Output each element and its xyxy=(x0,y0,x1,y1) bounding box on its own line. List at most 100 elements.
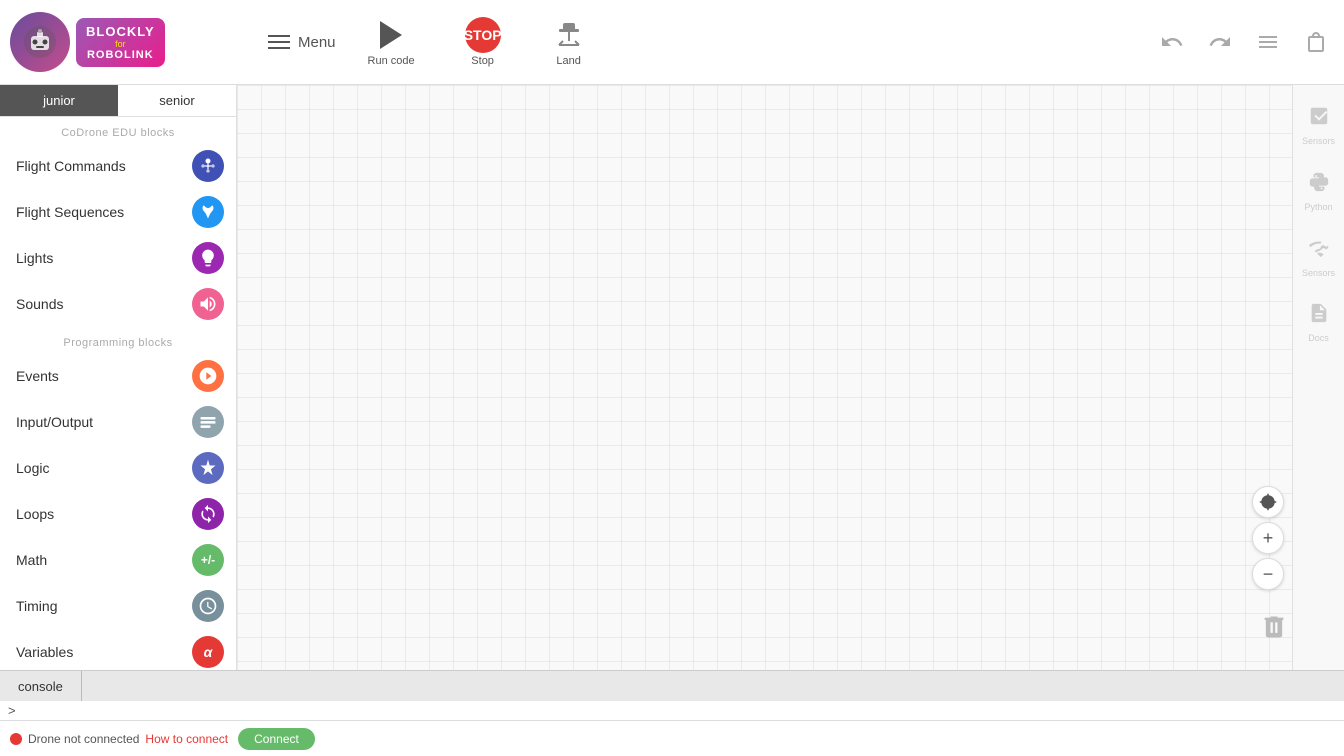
bottom-area: console > Drone not connected How to con… xyxy=(0,670,1344,756)
zoom-controls: + − xyxy=(1252,486,1284,590)
loops-icon xyxy=(192,498,224,530)
docs-icon xyxy=(1308,302,1330,330)
console-tab[interactable]: console xyxy=(0,671,82,701)
flight-commands-label: Flight Commands xyxy=(16,158,126,174)
logo-blockly-text: BLOCKLY xyxy=(86,24,155,39)
redo-button[interactable] xyxy=(1202,24,1238,60)
how-to-connect-link[interactable]: How to connect xyxy=(145,732,228,746)
cadrone-section-label: CoDrone EDU blocks xyxy=(0,117,236,143)
right-panel-docs-button[interactable]: Docs xyxy=(1293,290,1344,356)
logic-label: Logic xyxy=(16,460,49,476)
sidebar-item-input-output[interactable]: Input/Output xyxy=(0,399,236,445)
tab-senior[interactable]: senior xyxy=(118,85,236,116)
toolbar-actions: Run code STOP Stop Land xyxy=(358,13,597,71)
console-area: console > xyxy=(0,670,1344,720)
trash-button[interactable] xyxy=(1260,611,1288,650)
flight-sequences-label: Flight Sequences xyxy=(16,204,124,220)
variables-label: Variables xyxy=(16,644,73,660)
menu-button[interactable]: Menu xyxy=(256,26,348,59)
docs-label: Docs xyxy=(1308,333,1329,344)
math-symbol: +/- xyxy=(201,553,215,567)
zoom-in-icon: + xyxy=(1263,528,1274,549)
sidebar-item-timing[interactable]: Timing xyxy=(0,583,236,629)
drone-status: Drone not connected How to connect xyxy=(10,732,228,746)
flight-sequences-icon xyxy=(192,196,224,228)
menu-label: Menu xyxy=(298,34,336,51)
sidebar-tabs: junior senior xyxy=(0,85,236,117)
math-icon: +/- xyxy=(192,544,224,576)
status-bar: Drone not connected How to connect Conne… xyxy=(0,720,1344,756)
status-dot xyxy=(10,733,22,745)
variables-symbol: α xyxy=(204,644,213,660)
stop-text: STOP xyxy=(464,27,502,43)
stop-button[interactable]: STOP Stop xyxy=(455,13,511,71)
sounds-label: Sounds xyxy=(16,296,63,312)
tab-junior[interactable]: junior xyxy=(0,85,118,116)
logo-robot-icon xyxy=(10,12,70,72)
logic-icon xyxy=(192,452,224,484)
zoom-out-button[interactable]: − xyxy=(1252,558,1284,590)
logo-robolink-text: ROBOLINK xyxy=(87,49,154,61)
sensors-label: Sensors xyxy=(1302,136,1335,147)
sidebar-item-flight-sequences[interactable]: Flight Sequences xyxy=(0,189,236,235)
stop-label: Stop xyxy=(471,55,494,67)
land-icon xyxy=(551,17,587,53)
flight-commands-icon xyxy=(192,150,224,182)
console-prompt: > xyxy=(8,703,16,718)
toolbar: BLOCKLY for ROBOLINK Menu Run code STOP … xyxy=(0,0,1344,85)
toolbar-right xyxy=(1154,24,1334,60)
main-area: junior senior CoDrone EDU blocks Flight … xyxy=(0,85,1344,670)
sensors-icon xyxy=(1308,105,1330,133)
workspace[interactable]: + − xyxy=(237,85,1344,670)
right-panel-sensors2-button[interactable]: Sensors xyxy=(1293,225,1344,291)
sidebar-item-sounds[interactable]: Sounds xyxy=(0,281,236,327)
sidebar-item-lights[interactable]: Lights xyxy=(0,235,236,281)
timing-icon xyxy=(192,590,224,622)
run-code-label: Run code xyxy=(368,55,415,67)
zoom-out-icon: − xyxy=(1263,564,1274,585)
run-code-button[interactable]: Run code xyxy=(358,13,425,71)
math-label: Math xyxy=(16,552,47,568)
input-output-icon xyxy=(192,406,224,438)
sidebar-item-logic[interactable]: Logic xyxy=(0,445,236,491)
lights-icon xyxy=(192,242,224,274)
python-label: Python xyxy=(1304,202,1332,213)
events-label: Events xyxy=(16,368,59,384)
timing-label: Timing xyxy=(16,598,58,614)
bag-button[interactable] xyxy=(1298,24,1334,60)
zoom-in-button[interactable]: + xyxy=(1252,522,1284,554)
right-panel: Sensors Python Sensors xyxy=(1292,85,1344,670)
undo-button[interactable] xyxy=(1154,24,1190,60)
connect-button[interactable]: Connect xyxy=(238,728,315,750)
variables-icon: α xyxy=(192,636,224,668)
play-triangle xyxy=(380,21,402,49)
console-input[interactable] xyxy=(22,703,1336,718)
sidebar-item-math[interactable]: Math +/- xyxy=(0,537,236,583)
logo-area: BLOCKLY for ROBOLINK xyxy=(10,12,246,72)
land-button[interactable]: Land xyxy=(541,13,597,71)
right-panel-sensors-button[interactable]: Sensors xyxy=(1293,93,1344,159)
programming-section-label: Programming blocks xyxy=(0,327,236,353)
sidebar-item-variables[interactable]: Variables α xyxy=(0,629,236,670)
python-icon xyxy=(1308,171,1330,199)
console-input-area: > xyxy=(0,701,1344,720)
sounds-icon xyxy=(192,288,224,320)
run-icon xyxy=(373,17,409,53)
logo-for-text: for xyxy=(115,39,126,49)
sidebar-item-flight-commands[interactable]: Flight Commands xyxy=(0,143,236,189)
center-view-button[interactable] xyxy=(1252,486,1284,518)
sidebar-item-events[interactable]: Events xyxy=(0,353,236,399)
drone-not-connected-text: Drone not connected xyxy=(28,732,139,746)
sidebar: junior senior CoDrone EDU blocks Flight … xyxy=(0,85,237,670)
logo-blockly: BLOCKLY for ROBOLINK xyxy=(76,18,165,67)
input-output-label: Input/Output xyxy=(16,414,93,430)
right-panel-python-button[interactable]: Python xyxy=(1293,159,1344,225)
loops-label: Loops xyxy=(16,506,54,522)
sidebar-item-loops[interactable]: Loops xyxy=(0,491,236,537)
sensors2-label: Sensors xyxy=(1302,268,1335,279)
lights-label: Lights xyxy=(16,250,53,266)
console-tabs: console xyxy=(0,671,1344,701)
menu-lines-button[interactable] xyxy=(1250,24,1286,60)
hamburger-icon xyxy=(268,35,290,49)
sensors2-icon xyxy=(1308,237,1330,265)
